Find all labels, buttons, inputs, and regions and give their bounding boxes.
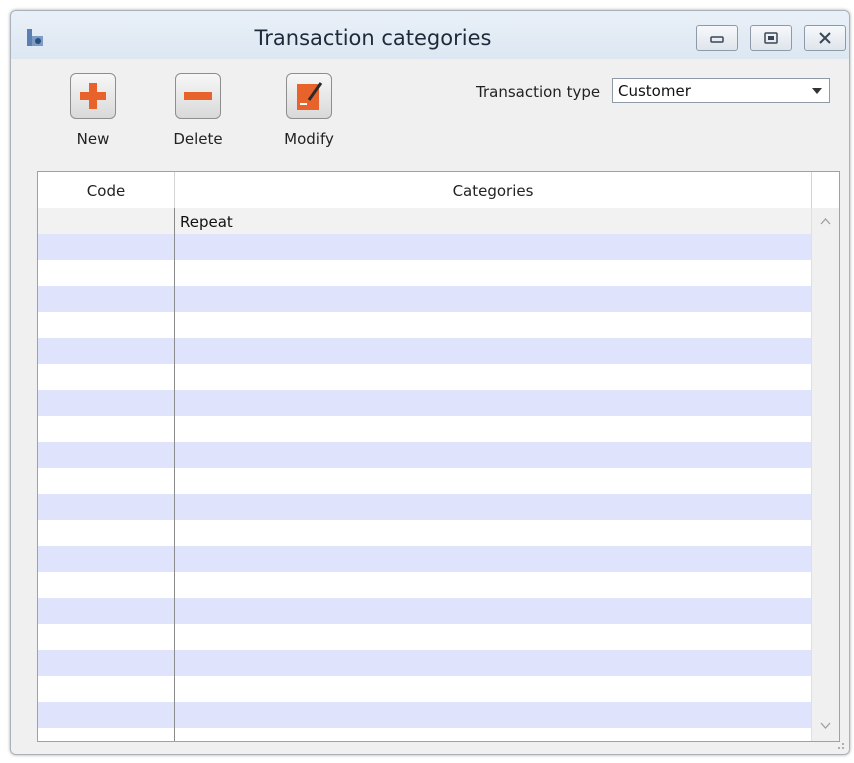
category-cell[interactable] bbox=[175, 364, 811, 390]
table-row[interactable] bbox=[38, 364, 811, 390]
category-cell[interactable]: Repeat bbox=[175, 208, 811, 234]
table-row[interactable] bbox=[38, 546, 811, 572]
table-row[interactable] bbox=[38, 624, 811, 650]
category-cell[interactable] bbox=[175, 520, 811, 546]
new-button[interactable]: New bbox=[53, 73, 133, 148]
category-cell[interactable] bbox=[175, 234, 811, 260]
minimize-icon bbox=[710, 36, 724, 43]
table-row[interactable] bbox=[38, 390, 811, 416]
column-divider bbox=[174, 208, 175, 741]
table-row[interactable] bbox=[38, 260, 811, 286]
code-cell[interactable] bbox=[38, 338, 174, 364]
table-row[interactable] bbox=[38, 650, 811, 676]
table-row[interactable] bbox=[38, 234, 811, 260]
category-cell[interactable] bbox=[175, 468, 811, 494]
plus-icon bbox=[70, 73, 116, 119]
code-cell[interactable] bbox=[38, 520, 174, 546]
code-cell[interactable] bbox=[38, 468, 174, 494]
minimize-button[interactable] bbox=[696, 25, 738, 51]
code-cell[interactable] bbox=[38, 260, 174, 286]
table-row[interactable] bbox=[38, 702, 811, 728]
table-row[interactable] bbox=[38, 676, 811, 702]
category-cell[interactable] bbox=[175, 598, 811, 624]
minus-icon bbox=[175, 73, 221, 119]
code-cell[interactable] bbox=[38, 442, 174, 468]
transaction-categories-window: Transaction categories New Delete Modify… bbox=[10, 10, 850, 755]
close-button[interactable] bbox=[804, 25, 846, 51]
category-cell[interactable] bbox=[175, 624, 811, 650]
chevron-down-icon bbox=[812, 88, 822, 94]
table-row[interactable] bbox=[38, 468, 811, 494]
code-cell[interactable] bbox=[38, 364, 174, 390]
category-cell[interactable] bbox=[175, 312, 811, 338]
table-row[interactable]: Repeat bbox=[38, 208, 811, 234]
delete-button[interactable]: Delete bbox=[158, 73, 238, 148]
new-label: New bbox=[76, 130, 110, 148]
table-row[interactable] bbox=[38, 598, 811, 624]
category-cell[interactable] bbox=[175, 650, 811, 676]
transaction-type-select[interactable]: Customer bbox=[612, 78, 830, 103]
code-cell[interactable] bbox=[38, 416, 174, 442]
code-cell[interactable] bbox=[38, 676, 174, 702]
category-cell[interactable] bbox=[175, 442, 811, 468]
category-cell[interactable] bbox=[175, 390, 811, 416]
code-cell[interactable] bbox=[38, 624, 174, 650]
category-cell[interactable] bbox=[175, 546, 811, 572]
table-header: Code Categories bbox=[38, 172, 839, 209]
modify-button[interactable]: Modify bbox=[269, 73, 349, 148]
code-cell[interactable] bbox=[38, 286, 174, 312]
category-cell[interactable] bbox=[175, 676, 811, 702]
table-row[interactable] bbox=[38, 286, 811, 312]
category-cell[interactable] bbox=[175, 572, 811, 598]
title-bar[interactable]: Transaction categories bbox=[11, 11, 849, 59]
table-row[interactable] bbox=[38, 494, 811, 520]
table-row[interactable] bbox=[38, 312, 811, 338]
code-cell[interactable] bbox=[38, 598, 174, 624]
code-cell[interactable] bbox=[38, 234, 174, 260]
scroll-up-icon[interactable] bbox=[820, 218, 831, 225]
maximize-button[interactable] bbox=[750, 25, 792, 51]
code-cell[interactable] bbox=[38, 702, 174, 728]
category-cell[interactable] bbox=[175, 702, 811, 728]
code-cell[interactable] bbox=[38, 572, 174, 598]
delete-label: Delete bbox=[173, 130, 223, 148]
transaction-type-label: Transaction type bbox=[476, 83, 601, 101]
category-cell[interactable] bbox=[175, 286, 811, 312]
code-cell[interactable] bbox=[38, 728, 174, 741]
edit-icon bbox=[286, 73, 332, 119]
transaction-type-value: Customer bbox=[618, 82, 691, 100]
header-divider bbox=[811, 172, 812, 208]
table-row[interactable] bbox=[38, 442, 811, 468]
window-title: Transaction categories bbox=[254, 26, 492, 50]
code-cell[interactable] bbox=[38, 650, 174, 676]
close-icon bbox=[819, 32, 831, 44]
category-cell[interactable] bbox=[175, 338, 811, 364]
window-content: New Delete Modify Transaction type Custo… bbox=[11, 59, 849, 754]
scroll-down-icon[interactable] bbox=[820, 722, 831, 729]
table-body: Repeat bbox=[38, 208, 811, 741]
maximize-icon bbox=[764, 32, 778, 44]
table-row[interactable] bbox=[38, 416, 811, 442]
category-cell[interactable] bbox=[175, 728, 811, 741]
resize-grip-icon[interactable] bbox=[833, 738, 845, 750]
code-cell[interactable] bbox=[38, 494, 174, 520]
categories-table[interactable]: Code Categories Repeat bbox=[37, 171, 840, 742]
category-cell[interactable] bbox=[175, 260, 811, 286]
category-cell[interactable] bbox=[175, 494, 811, 520]
column-header-categories[interactable]: Categories bbox=[175, 172, 811, 208]
table-row[interactable] bbox=[38, 572, 811, 598]
code-cell[interactable] bbox=[38, 546, 174, 572]
code-cell[interactable] bbox=[38, 208, 174, 234]
code-cell[interactable] bbox=[38, 390, 174, 416]
code-cell[interactable] bbox=[38, 312, 174, 338]
column-header-code[interactable]: Code bbox=[38, 172, 174, 208]
category-cell[interactable] bbox=[175, 416, 811, 442]
vertical-scrollbar[interactable] bbox=[811, 208, 839, 741]
table-row[interactable] bbox=[38, 520, 811, 546]
table-row[interactable] bbox=[38, 728, 811, 741]
table-row[interactable] bbox=[38, 338, 811, 364]
modify-label: Modify bbox=[284, 130, 334, 148]
